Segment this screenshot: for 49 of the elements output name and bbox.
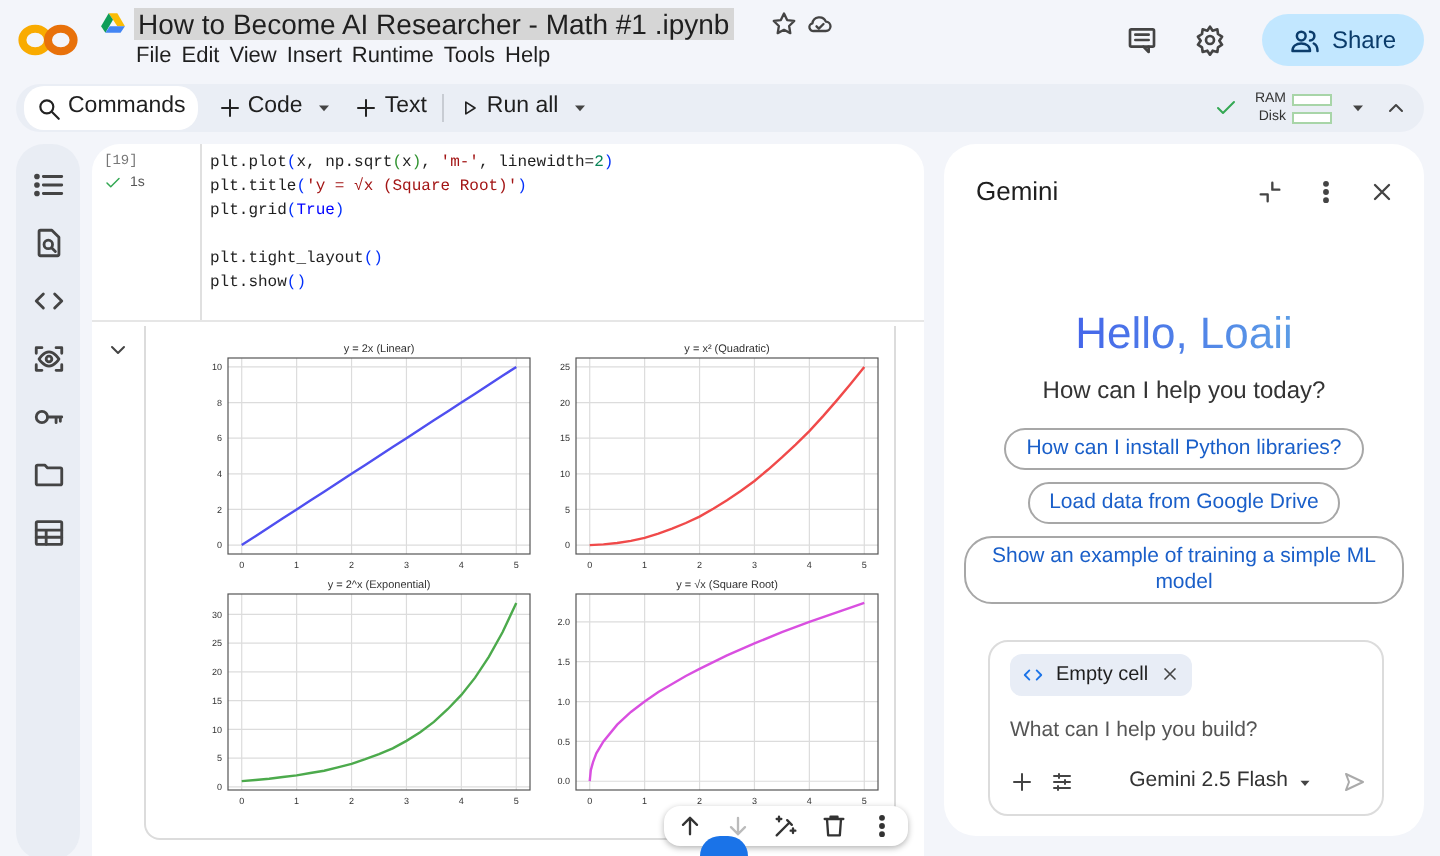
- delete-icon[interactable]: [820, 812, 848, 840]
- menu-item[interactable]: Help: [505, 39, 561, 73]
- chip-label: Empty cell: [1056, 661, 1149, 689]
- menu-item[interactable]: Tools: [443, 39, 506, 73]
- prompt-input[interactable]: What can I help you build?: [1010, 715, 1366, 747]
- move-up-icon[interactable]: [676, 812, 704, 840]
- code-line: plt.plot(x, np.sqrt(x), 'm-', linewidth=2): [210, 152, 616, 176]
- search-icon: [36, 95, 62, 121]
- notebook-title[interactable]: How to Become AI Researcher - Math #1 .ipynb: [134, 7, 734, 40]
- plus-icon: [217, 96, 242, 120]
- code-line: plt.grid(True): [210, 200, 347, 224]
- comment-icon[interactable]: [1125, 24, 1158, 56]
- menu-item[interactable]: File: [136, 39, 182, 73]
- play-icon: [460, 98, 481, 118]
- table-icon[interactable]: [31, 516, 65, 550]
- close-icon[interactable]: [1160, 664, 1181, 684]
- edit-sparkle-icon[interactable]: [772, 812, 800, 840]
- suggestion-chip[interactable]: Load data from Google Drive: [1027, 481, 1341, 523]
- drive-icon: [100, 10, 126, 37]
- plus-icon: [354, 96, 379, 120]
- context-chip[interactable]: Empty cell: [1010, 653, 1193, 695]
- variables-icon[interactable]: [31, 342, 65, 376]
- tune-icon[interactable]: [1050, 770, 1074, 795]
- model-selector[interactable]: Gemini 2.5 Flash: [1129, 766, 1314, 798]
- commands-button[interactable]: Commands: [24, 86, 198, 130]
- code-icon: [1022, 663, 1044, 685]
- suggestion-chip[interactable]: Show an example of training a simple ML model: [964, 535, 1404, 603]
- move-down-icon[interactable]: [724, 812, 752, 840]
- share-button[interactable]: Share: [1261, 14, 1424, 66]
- code-line: plt.tight_layout(): [210, 248, 385, 272]
- menu-item[interactable]: Insert: [286, 39, 352, 73]
- add-button[interactable]: Code: [209, 86, 311, 130]
- settings-icon[interactable]: [1193, 24, 1226, 56]
- run-all-button[interactable]: Run all: [452, 86, 567, 130]
- toc-icon[interactable]: [31, 168, 65, 202]
- star-icon[interactable]: [769, 9, 798, 38]
- menu-item[interactable]: Edit: [181, 39, 230, 73]
- code-line: plt.title('y = √x (Square Root)'): [210, 176, 529, 200]
- collapse-icon[interactable]: [1256, 177, 1284, 206]
- panel-title: Gemini: [976, 174, 1059, 210]
- people-icon: [1289, 25, 1320, 55]
- menu-item[interactable]: Runtime: [351, 39, 444, 73]
- greeting-subtitle: How can I help you today?: [1042, 373, 1326, 407]
- suggestion-chip[interactable]: How can I install Python libraries?: [1004, 427, 1364, 469]
- add-button[interactable]: Text: [346, 86, 435, 130]
- menu-item[interactable]: View: [229, 39, 287, 73]
- folder-icon[interactable]: [31, 458, 65, 492]
- code-line: plt.show(): [210, 272, 309, 296]
- add-icon[interactable]: [1010, 770, 1034, 795]
